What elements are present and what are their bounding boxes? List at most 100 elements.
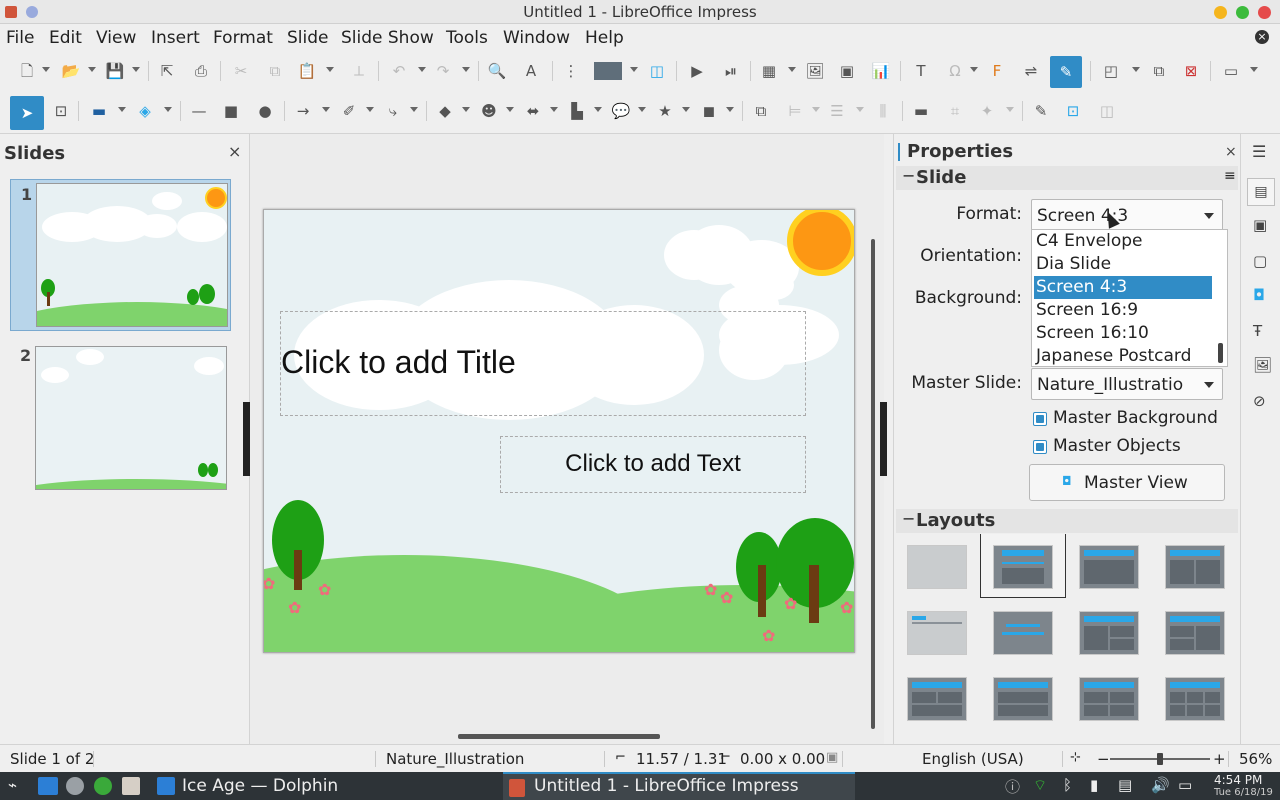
xbox-launcher-icon[interactable] — [94, 777, 112, 795]
zoom-out-icon[interactable]: − — [1097, 750, 1110, 768]
open-icon[interactable]: 📂 — [60, 60, 82, 82]
fill-color-icon[interactable]: ◈ — [134, 100, 156, 122]
slides-panel-close-icon[interactable]: × — [228, 142, 241, 161]
crop-icon[interactable]: ⌗ — [944, 100, 966, 122]
slide-thumbnail[interactable]: 1 — [10, 179, 231, 331]
menu-slide[interactable]: Slide — [287, 28, 329, 48]
menu-help[interactable]: Help — [585, 28, 624, 48]
connector-icon[interactable]: ⤷ — [382, 100, 404, 122]
format-option[interactable]: Japanese Postcard — [1034, 345, 1212, 368]
layout-title-only[interactable] — [993, 545, 1053, 589]
format-dropdown-list[interactable]: C4 Envelope Dia Slide Screen 4:3 Screen … — [1031, 229, 1228, 367]
slide-canvas[interactable]: ✿ ✿ ✿ ✿ ✿ ✿ ✿ ✿ Click to add Title Click… — [263, 209, 855, 653]
arrange-icon[interactable]: ☰ — [826, 100, 848, 122]
master-view-button[interactable]: ◘ Master View — [1029, 464, 1225, 501]
shadow-icon[interactable]: ▬ — [910, 100, 932, 122]
network-icon[interactable]: ⌔ — [1033, 776, 1047, 795]
start-first-slide-icon[interactable]: ▶ — [686, 60, 708, 82]
display-views-icon[interactable] — [594, 62, 622, 80]
more-options-icon[interactable]: ≡ — [1224, 168, 1236, 184]
ellipse-icon[interactable]: ● — [254, 100, 276, 122]
slide-transition-icon[interactable]: ▣ — [1253, 216, 1267, 234]
3d-objects-icon[interactable]: ◼ — [698, 100, 720, 122]
menu-window[interactable]: Window — [503, 28, 570, 48]
styles-icon[interactable]: Ŧ — [1253, 322, 1262, 340]
flowchart-icon[interactable]: ▙ — [566, 100, 588, 122]
animation-icon[interactable]: ▢ — [1253, 252, 1267, 270]
print-icon[interactable]: ⎙ — [190, 60, 212, 82]
slide-section-header[interactable]: − Slide ≡ — [896, 166, 1238, 190]
layout-blank[interactable] — [907, 545, 967, 589]
sidebar-settings-icon[interactable]: ☰ — [1252, 142, 1266, 161]
battery-icon[interactable]: ▮ — [1090, 776, 1098, 794]
undo-icon[interactable]: ↶ — [388, 60, 410, 82]
settings-launcher-icon[interactable] — [66, 777, 84, 795]
cut-icon[interactable]: ✂ — [230, 60, 252, 82]
notifications-icon[interactable]: ⓘ — [1005, 776, 1020, 797]
format-option[interactable]: Screen 16:9 — [1034, 299, 1212, 322]
format-option[interactable]: C4 Envelope — [1034, 230, 1212, 253]
export-pdf-icon[interactable]: ⇱ — [156, 60, 178, 82]
curve-icon[interactable]: ✐ — [338, 100, 360, 122]
clone-formatting-icon[interactable]: ⟂ — [348, 60, 370, 82]
format-option-selected[interactable]: Screen 4:3 — [1034, 276, 1212, 299]
arrow-icon[interactable]: → — [292, 100, 314, 122]
layout-title-slide[interactable] — [907, 611, 967, 655]
symbol-shapes-icon[interactable]: ☻ — [478, 100, 500, 122]
menu-view[interactable]: View — [96, 28, 136, 48]
menu-edit[interactable]: Edit — [49, 28, 82, 48]
transitions-icon[interactable]: ⇌ — [1020, 60, 1042, 82]
filter-icon[interactable]: ✦ — [976, 100, 998, 122]
master-slide-icon[interactable]: ◫ — [646, 60, 668, 82]
new-slide-icon[interactable]: ◰ — [1100, 60, 1122, 82]
zoom-pan-icon[interactable]: ⊡ — [50, 100, 72, 122]
dropdown-scrollbar[interactable] — [1218, 343, 1223, 363]
vertical-scrollbar[interactable] — [871, 239, 875, 729]
special-character-icon[interactable]: Ω — [944, 60, 966, 82]
textbox-icon[interactable]: T — [910, 60, 932, 82]
save-icon[interactable]: 💾 — [104, 60, 126, 82]
screen-icon[interactable]: ▭ — [1178, 776, 1192, 794]
spelling-icon[interactable]: A — [520, 60, 542, 82]
find-replace-icon[interactable]: 🔍 — [486, 60, 508, 82]
layout-centered-text[interactable] — [993, 611, 1053, 655]
zoom-in-icon[interactable]: + — [1213, 750, 1226, 768]
close-window-button[interactable] — [1258, 6, 1271, 19]
master-objects-checkbox[interactable] — [1033, 440, 1047, 454]
distribute-icon[interactable]: ⫼ — [872, 100, 894, 122]
layout-title-content-over[interactable] — [907, 677, 967, 721]
navigator-icon[interactable]: ⊘ — [1253, 392, 1266, 410]
glue-points-icon[interactable]: ⊡ — [1062, 100, 1084, 122]
start-current-slide-icon[interactable]: ⏯ — [720, 60, 742, 82]
chart-icon[interactable]: 📊 — [870, 60, 892, 82]
title-placeholder[interactable]: Click to add Title — [280, 311, 806, 416]
dolphin-launcher-icon[interactable] — [38, 777, 58, 795]
basic-shapes-icon[interactable]: ◆ — [434, 100, 456, 122]
layouts-section-header[interactable]: − Layouts — [896, 509, 1238, 533]
select-icon[interactable]: ➤ — [10, 96, 44, 130]
line-color-icon[interactable]: ▬ — [88, 100, 110, 122]
master-background-checkbox[interactable] — [1033, 412, 1047, 426]
menu-format[interactable]: Format — [213, 28, 273, 48]
format-select[interactable]: Screen 4:3 — [1031, 199, 1223, 231]
layout-title-content[interactable] — [1079, 545, 1139, 589]
format-option[interactable]: Dia Slide — [1034, 253, 1212, 276]
stars-icon[interactable]: ★ — [654, 100, 676, 122]
layout-title-four-content[interactable] — [1079, 677, 1139, 721]
media-icon[interactable]: ▣ — [836, 60, 858, 82]
rectangle-icon[interactable]: ■ — [220, 100, 242, 122]
master-slides-icon[interactable]: ◘ — [1253, 286, 1265, 304]
master-slide-select[interactable]: Nature_Illustratio — [1031, 368, 1223, 400]
close-document-icon[interactable]: × — [1255, 30, 1269, 44]
language[interactable]: English (USA) — [922, 750, 1024, 768]
transformations-icon[interactable]: ⧉ — [750, 100, 772, 122]
menu-file[interactable]: File — [6, 28, 34, 48]
duplicate-slide-icon[interactable]: ⧉ — [1148, 60, 1170, 82]
callouts-icon[interactable]: 💬 — [610, 100, 632, 122]
text-placeholder[interactable]: Click to add Text — [500, 436, 806, 493]
toggle-extrusion-icon[interactable]: ◫ — [1096, 100, 1118, 122]
align-objects-icon[interactable]: ⊨ — [784, 100, 806, 122]
horizontal-scrollbar[interactable] — [458, 734, 660, 739]
fit-slide-icon[interactable]: ⊹ — [1070, 750, 1081, 765]
new-document-icon[interactable]: 🗋 — [16, 60, 38, 82]
